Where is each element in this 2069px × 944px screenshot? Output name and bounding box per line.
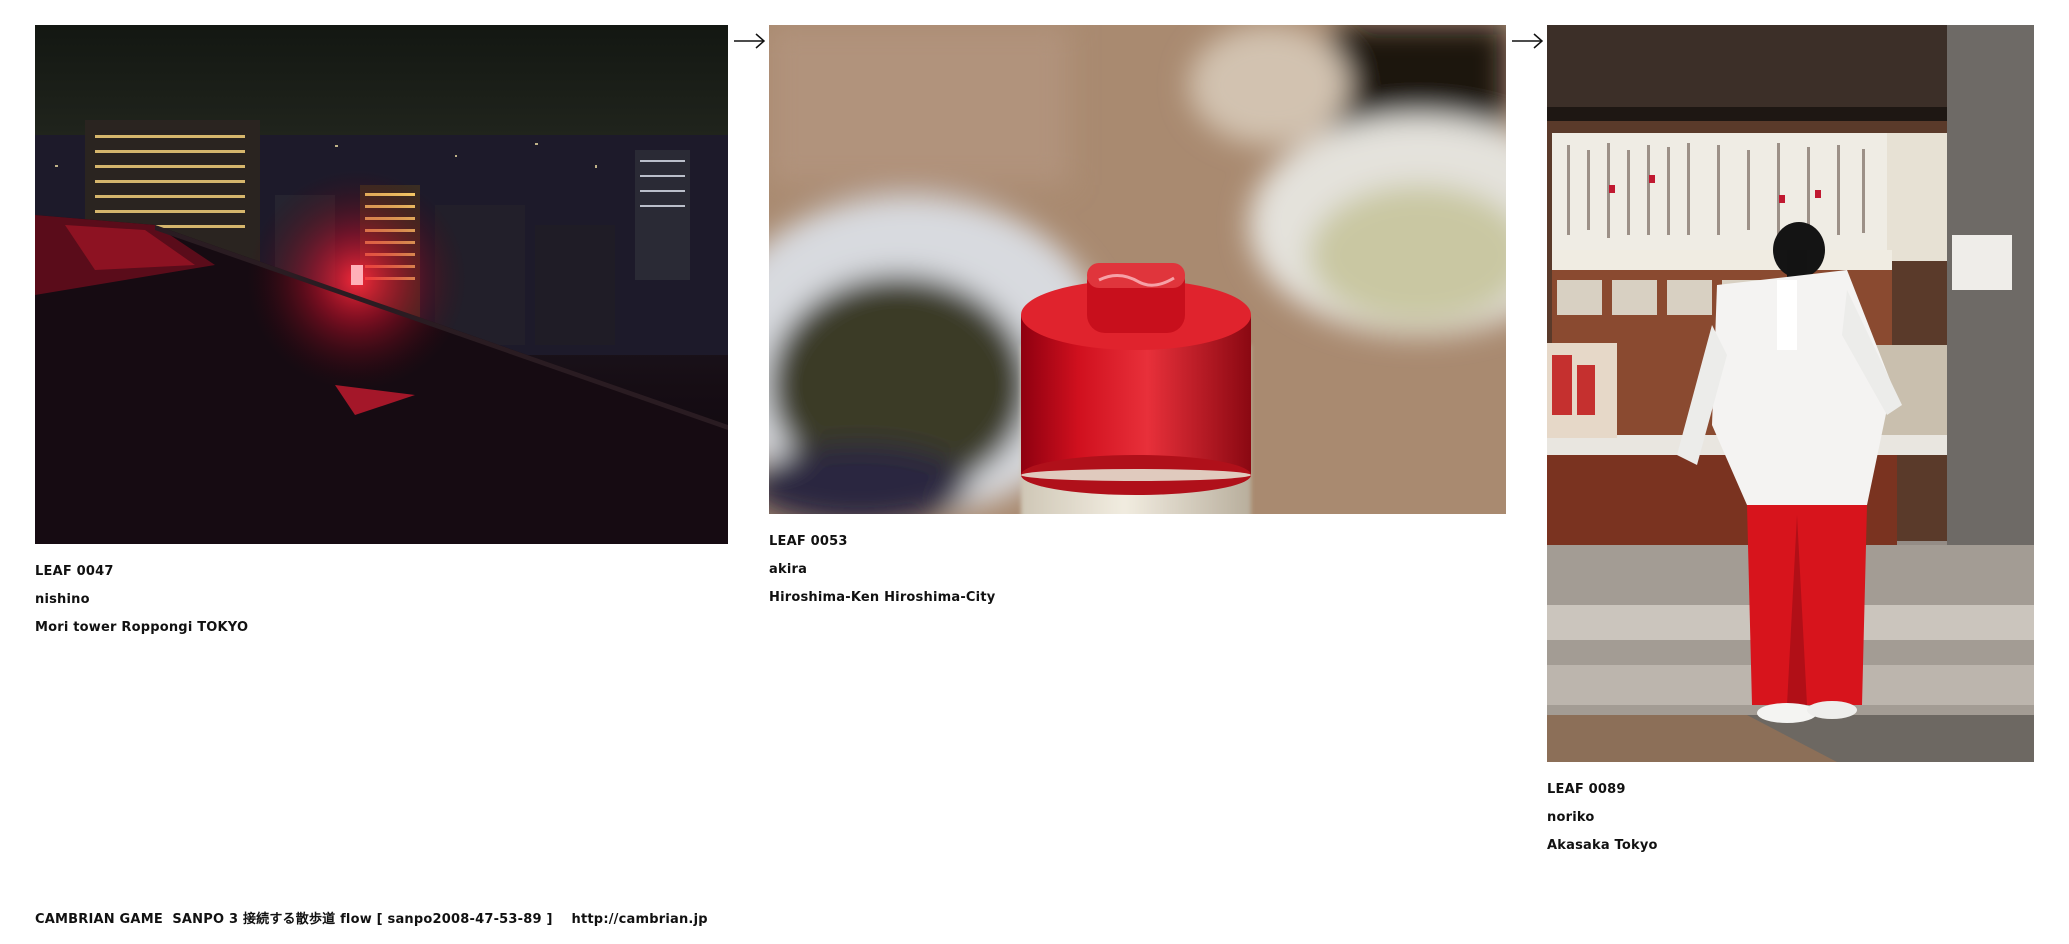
leaf-id: LEAF 0047: [35, 564, 114, 579]
leaf-caption: LEAF 0047 nishino Mori tower Roppongi TO…: [35, 558, 728, 642]
leaf-location: Mori tower Roppongi TOKYO: [35, 620, 249, 635]
leaf-id: LEAF 0053: [769, 534, 848, 549]
right-arrow-icon: [1512, 33, 1544, 49]
leaf-caption: LEAF 0053 akira Hiroshima-Ken Hiroshima-…: [769, 528, 1506, 612]
leaf-photo-sauce-bottle[interactable]: [769, 25, 1506, 514]
leaf-card-0047: LEAF 0047 nishino Mori tower Roppongi TO…: [35, 25, 728, 642]
right-arrow-icon: [734, 33, 766, 49]
leaf-author: nishino: [35, 592, 90, 607]
leaf-card-0089: LEAF 0089 noriko Akasaka Tokyo: [1547, 25, 2034, 860]
leaf-id: LEAF 0089: [1547, 782, 1626, 797]
leaf-author: akira: [769, 562, 808, 577]
leaf-location: Hiroshima-Ken Hiroshima-City: [769, 590, 996, 605]
leaf-photo-shrine-maiden[interactable]: [1547, 25, 2034, 762]
footer-credit: CAMBRIAN GAME SANPO 3 接続する散歩道 flow [ san…: [35, 912, 708, 927]
leaf-photo-night-city[interactable]: [35, 25, 728, 544]
leaf-author: noriko: [1547, 810, 1595, 825]
leaf-card-0053: LEAF 0053 akira Hiroshima-Ken Hiroshima-…: [769, 25, 1506, 612]
night-city-image: [35, 25, 728, 544]
sauce-bottle-image: [769, 25, 1506, 514]
leaf-caption: LEAF 0089 noriko Akasaka Tokyo: [1547, 776, 2034, 860]
leaf-location: Akasaka Tokyo: [1547, 838, 1658, 853]
shrine-maiden-image: [1547, 25, 2034, 762]
sanpo-flow-page: LEAF 0047 nishino Mori tower Roppongi TO…: [0, 0, 2069, 944]
